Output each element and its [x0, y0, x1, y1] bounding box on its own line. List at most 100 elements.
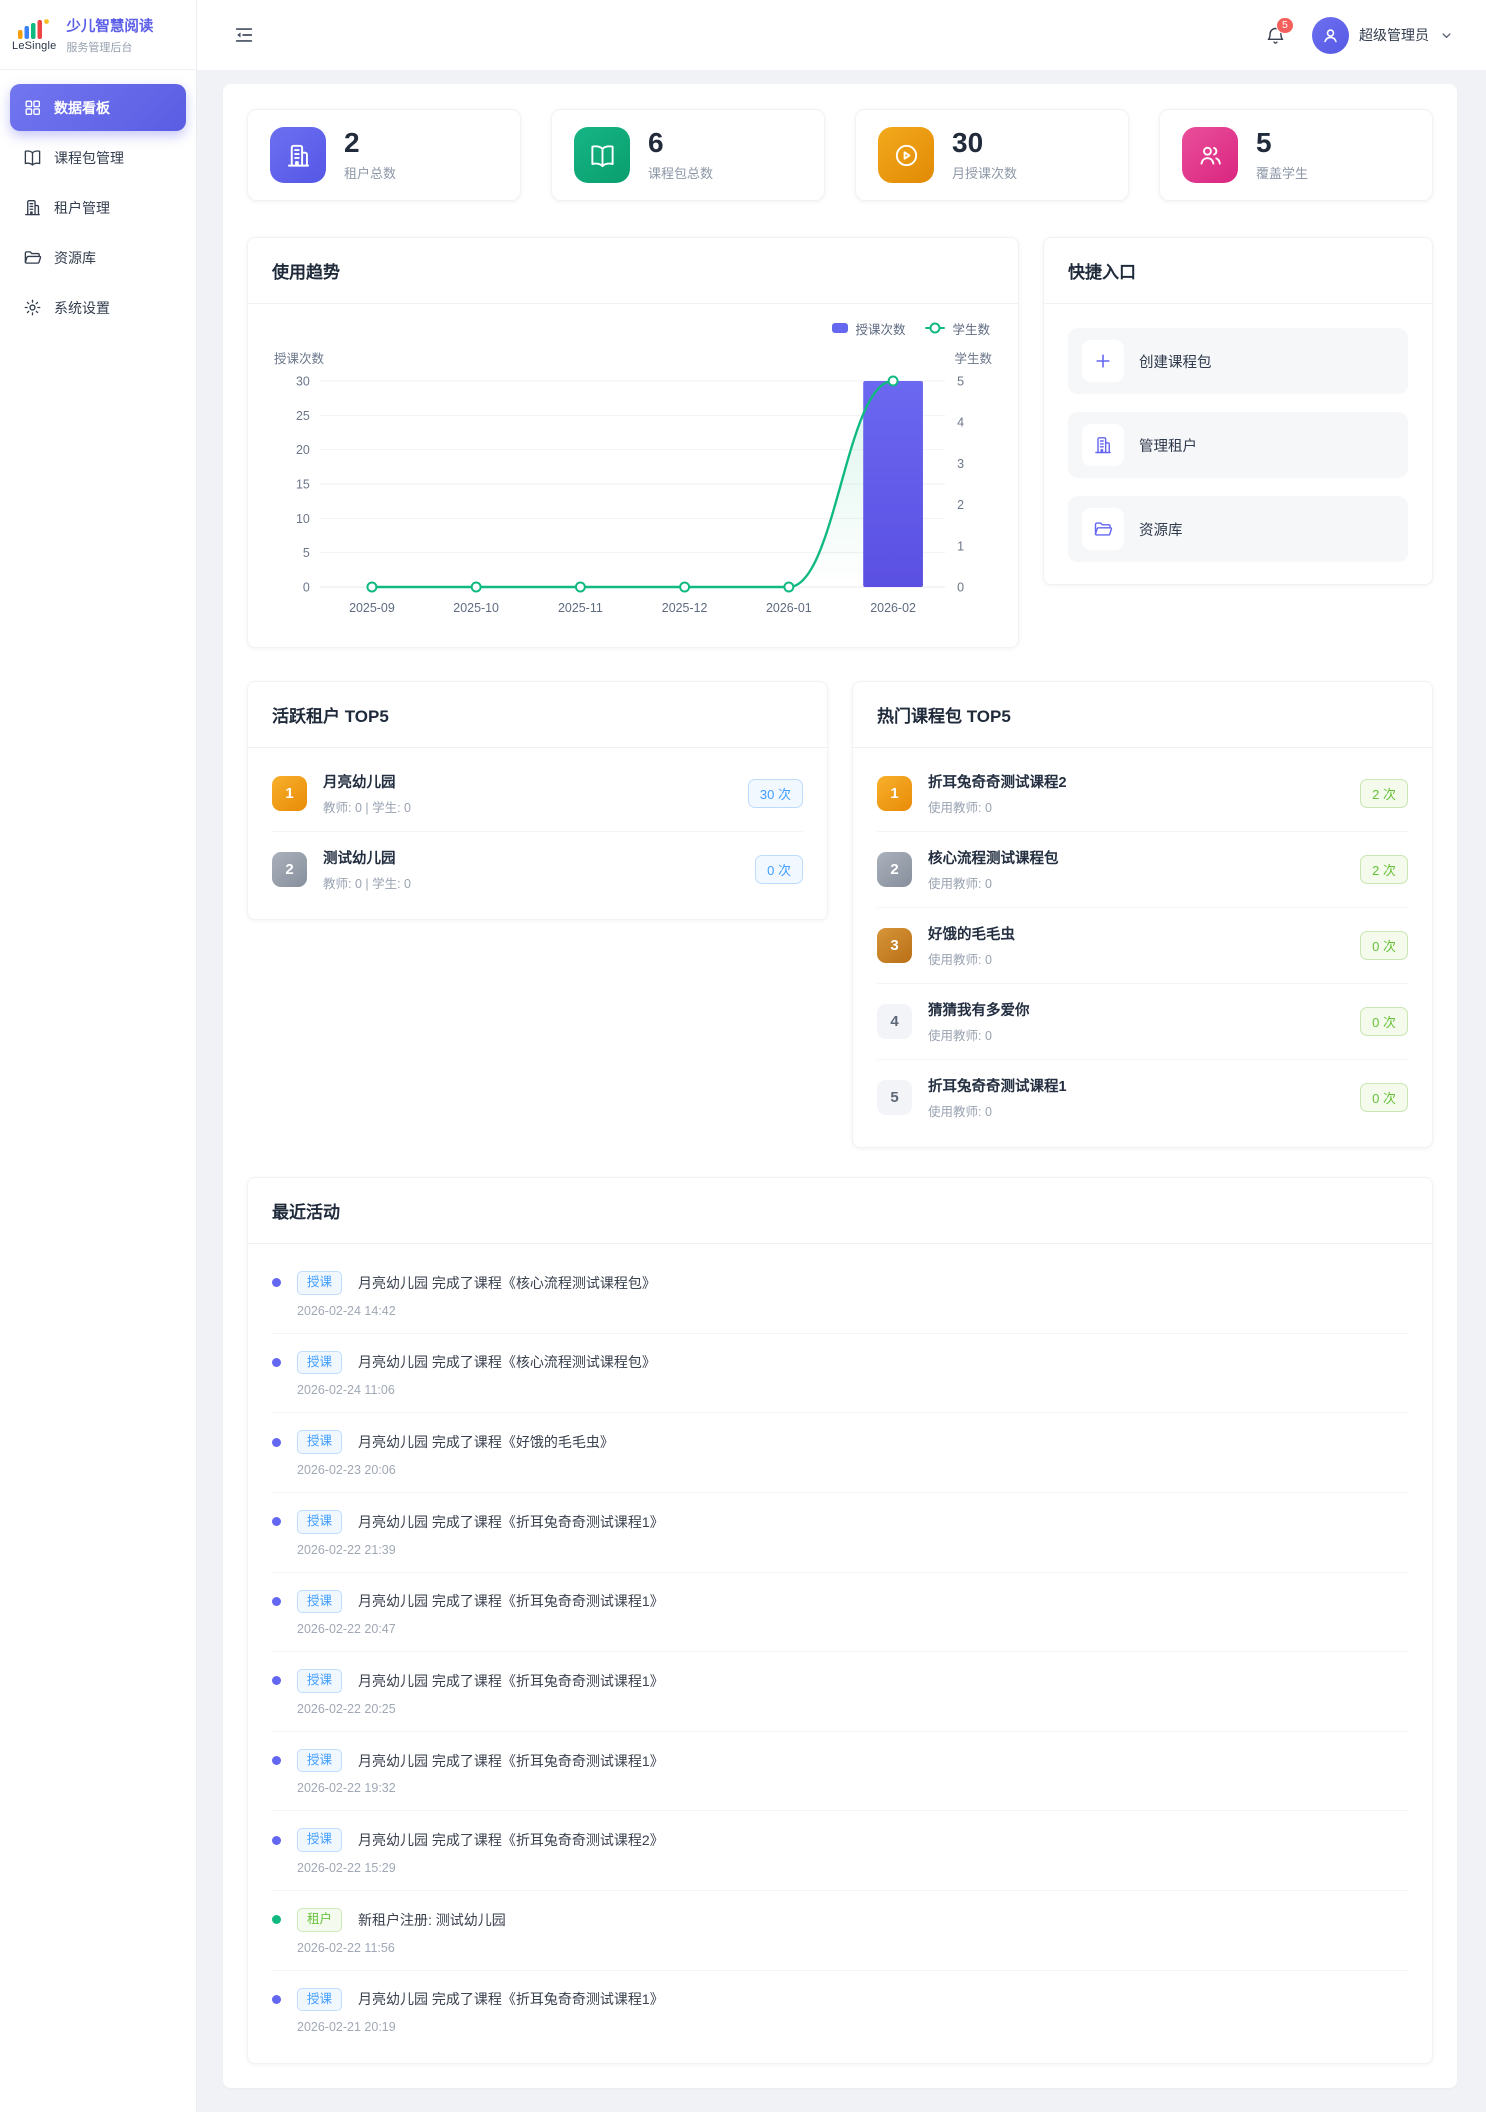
legend-bar-swatch [832, 323, 848, 333]
quick-item-manage-tenants[interactable]: 管理租户 [1068, 412, 1408, 478]
activity-time: 2026-02-22 20:47 [297, 1622, 1408, 1636]
users-icon [1182, 127, 1238, 183]
content: 2 租户总数 6 课程包总数 30 月授课次数 5 覆盖学生 使用趋势 [197, 70, 1486, 2112]
item-name: 好饿的毛毛虫 [928, 923, 1344, 944]
activity-item: 授课 月亮幼儿园 完成了课程《核心流程测试课程包》 2026-02-24 11:… [272, 1334, 1408, 1414]
svg-text:1: 1 [957, 539, 964, 553]
activity-time: 2026-02-22 20:25 [297, 1702, 1408, 1716]
activity-text: 月亮幼儿园 完成了课程《折耳兔奇奇测试课程1》 [358, 1671, 664, 1691]
hot-courses-title: 热门课程包 TOP5 [853, 682, 1432, 748]
activity-time: 2026-02-22 15:29 [297, 1861, 1408, 1875]
stats-row: 2 租户总数 6 课程包总数 30 月授课次数 5 覆盖学生 [247, 109, 1433, 201]
count-badge: 0 次 [755, 855, 803, 884]
svg-text:2025-12: 2025-12 [662, 601, 708, 615]
item-name: 折耳兔奇奇测试课程2 [928, 771, 1344, 792]
count-badge: 30 次 [748, 779, 803, 808]
list-item: 1 折耳兔奇奇测试课程2 使用教师: 0 2 次 [877, 756, 1408, 832]
count-badge: 0 次 [1360, 931, 1408, 960]
activity-dot [272, 1278, 281, 1287]
svg-text:25: 25 [296, 409, 310, 423]
activity-item: 授课 月亮幼儿园 完成了课程《折耳兔奇奇测试课程1》 2026-02-22 20… [272, 1573, 1408, 1653]
sidebar-item-dashboard[interactable]: 数据看板 [10, 84, 186, 131]
activity-dot [272, 1597, 281, 1606]
activity-time: 2026-02-24 11:06 [297, 1383, 1408, 1397]
activity-time: 2026-02-24 14:42 [297, 1304, 1408, 1318]
person-icon [1320, 25, 1341, 46]
sidebar-collapse-button[interactable] [231, 22, 257, 48]
rank-badge: 5 [877, 1080, 912, 1115]
dashboard-icon [23, 98, 42, 117]
sidebar: LeSingle 少儿智慧阅读 服务管理后台 数据看板 课程包管理 租户管理 资… [0, 0, 197, 2112]
recent-activity-title: 最近活动 [248, 1178, 1432, 1244]
activity-tag: 授课 [297, 1510, 342, 1534]
item-meta: 使用教师: 0 [928, 1025, 1344, 1044]
avatar [1312, 17, 1349, 54]
activity-text: 月亮幼儿园 完成了课程《折耳兔奇奇测试课程1》 [358, 1512, 664, 1532]
activity-item: 授课 月亮幼儿园 完成了课程《好饿的毛毛虫》 2026-02-23 20:06 [272, 1413, 1408, 1493]
activity-tag: 授课 [297, 1669, 342, 1693]
activity-item: 授课 月亮幼儿园 完成了课程《折耳兔奇奇测试课程1》 2026-02-22 20… [272, 1652, 1408, 1732]
legend-item-students[interactable]: 学生数 [925, 319, 990, 338]
activity-dot [272, 1836, 281, 1845]
svg-text:10: 10 [296, 512, 310, 526]
activity-item: 授课 月亮幼儿园 完成了课程《折耳兔奇奇测试课程1》 2026-02-22 21… [272, 1493, 1408, 1573]
right-axis-title: 学生数 [954, 348, 992, 367]
activity-item: 授课 月亮幼儿园 完成了课程《折耳兔奇奇测试课程2》 2026-02-22 15… [272, 1811, 1408, 1891]
logo: LeSingle 少儿智慧阅读 服务管理后台 [0, 0, 196, 70]
svg-text:0: 0 [957, 580, 964, 594]
building-icon [1082, 424, 1124, 466]
gear-icon [23, 298, 42, 317]
svg-text:5: 5 [303, 546, 310, 560]
activity-tag: 租户 [297, 1908, 342, 1932]
count-badge: 0 次 [1360, 1007, 1408, 1036]
activity-item: 授课 月亮幼儿园 完成了课程《核心流程测试课程包》 2026-02-24 14:… [272, 1254, 1408, 1334]
active-tenants-panel: 活跃租户 TOP5 1 月亮幼儿园 教师: 0 | 学生: 0 30 次 2 测… [247, 681, 828, 920]
svg-text:2025-09: 2025-09 [349, 601, 395, 615]
quick-entry-title: 快捷入口 [1044, 238, 1432, 304]
sidebar-item-course-packages[interactable]: 课程包管理 [10, 134, 186, 181]
activity-time: 2026-02-21 20:19 [297, 2020, 1408, 2034]
activity-dot [272, 1358, 281, 1367]
quick-item-resource-library[interactable]: 资源库 [1068, 496, 1408, 562]
activity-tag: 授课 [297, 1590, 342, 1614]
user-menu[interactable]: 超级管理员 [1312, 17, 1454, 54]
activity-tag: 授课 [297, 1351, 342, 1375]
folder-icon [23, 248, 42, 267]
sidebar-item-settings[interactable]: 系统设置 [10, 284, 186, 331]
play-icon [878, 127, 934, 183]
stat-card-monthly-lessons: 30 月授课次数 [855, 109, 1129, 201]
rank-badge: 4 [877, 1004, 912, 1039]
svg-text:15: 15 [296, 477, 310, 491]
activity-text: 月亮幼儿园 完成了课程《折耳兔奇奇测试课程2》 [358, 1830, 664, 1850]
svg-text:2026-02: 2026-02 [870, 601, 916, 615]
legend-item-lessons[interactable]: 授课次数 [832, 319, 905, 338]
sidebar-item-resources[interactable]: 资源库 [10, 234, 186, 281]
usage-trend-panel: 使用趋势 授课次数 学生数 [247, 237, 1019, 648]
activity-time: 2026-02-23 20:06 [297, 1463, 1408, 1477]
stat-value: 30 [952, 128, 1017, 157]
app-title: 少儿智慧阅读 [66, 15, 153, 36]
svg-text:2: 2 [957, 498, 964, 512]
logo-icon: LeSingle [12, 18, 56, 52]
book-icon [23, 148, 42, 167]
list-item: 3 好饿的毛毛虫 使用教师: 0 0 次 [877, 908, 1408, 984]
svg-text:3: 3 [957, 457, 964, 471]
activity-dot [272, 1756, 281, 1765]
svg-text:2025-11: 2025-11 [558, 601, 603, 615]
chevron-down-icon [1439, 28, 1454, 43]
recent-activity-panel: 最近活动 授课 月亮幼儿园 完成了课程《核心流程测试课程包》 2026-02-2… [247, 1177, 1433, 2064]
activity-item: 租户 新租户注册: 测试幼儿园 2026-02-22 11:56 [272, 1891, 1408, 1971]
notification-bell[interactable]: 5 [1265, 25, 1286, 46]
item-name: 猜猜我有多爱你 [928, 999, 1344, 1020]
book-icon [574, 127, 630, 183]
svg-text:20: 20 [296, 443, 310, 457]
dashboard-container: 2 租户总数 6 课程包总数 30 月授课次数 5 覆盖学生 使用趋势 [223, 84, 1457, 2088]
quick-item-create-course-package[interactable]: 创建课程包 [1068, 328, 1408, 394]
folder-icon [1082, 508, 1124, 550]
sidebar-item-tenants[interactable]: 租户管理 [10, 184, 186, 231]
activity-tag: 授课 [297, 1430, 342, 1454]
stat-label: 覆盖学生 [1256, 163, 1308, 182]
plus-icon [1082, 340, 1124, 382]
rank-badge: 3 [877, 928, 912, 963]
activity-dot [272, 1995, 281, 2004]
